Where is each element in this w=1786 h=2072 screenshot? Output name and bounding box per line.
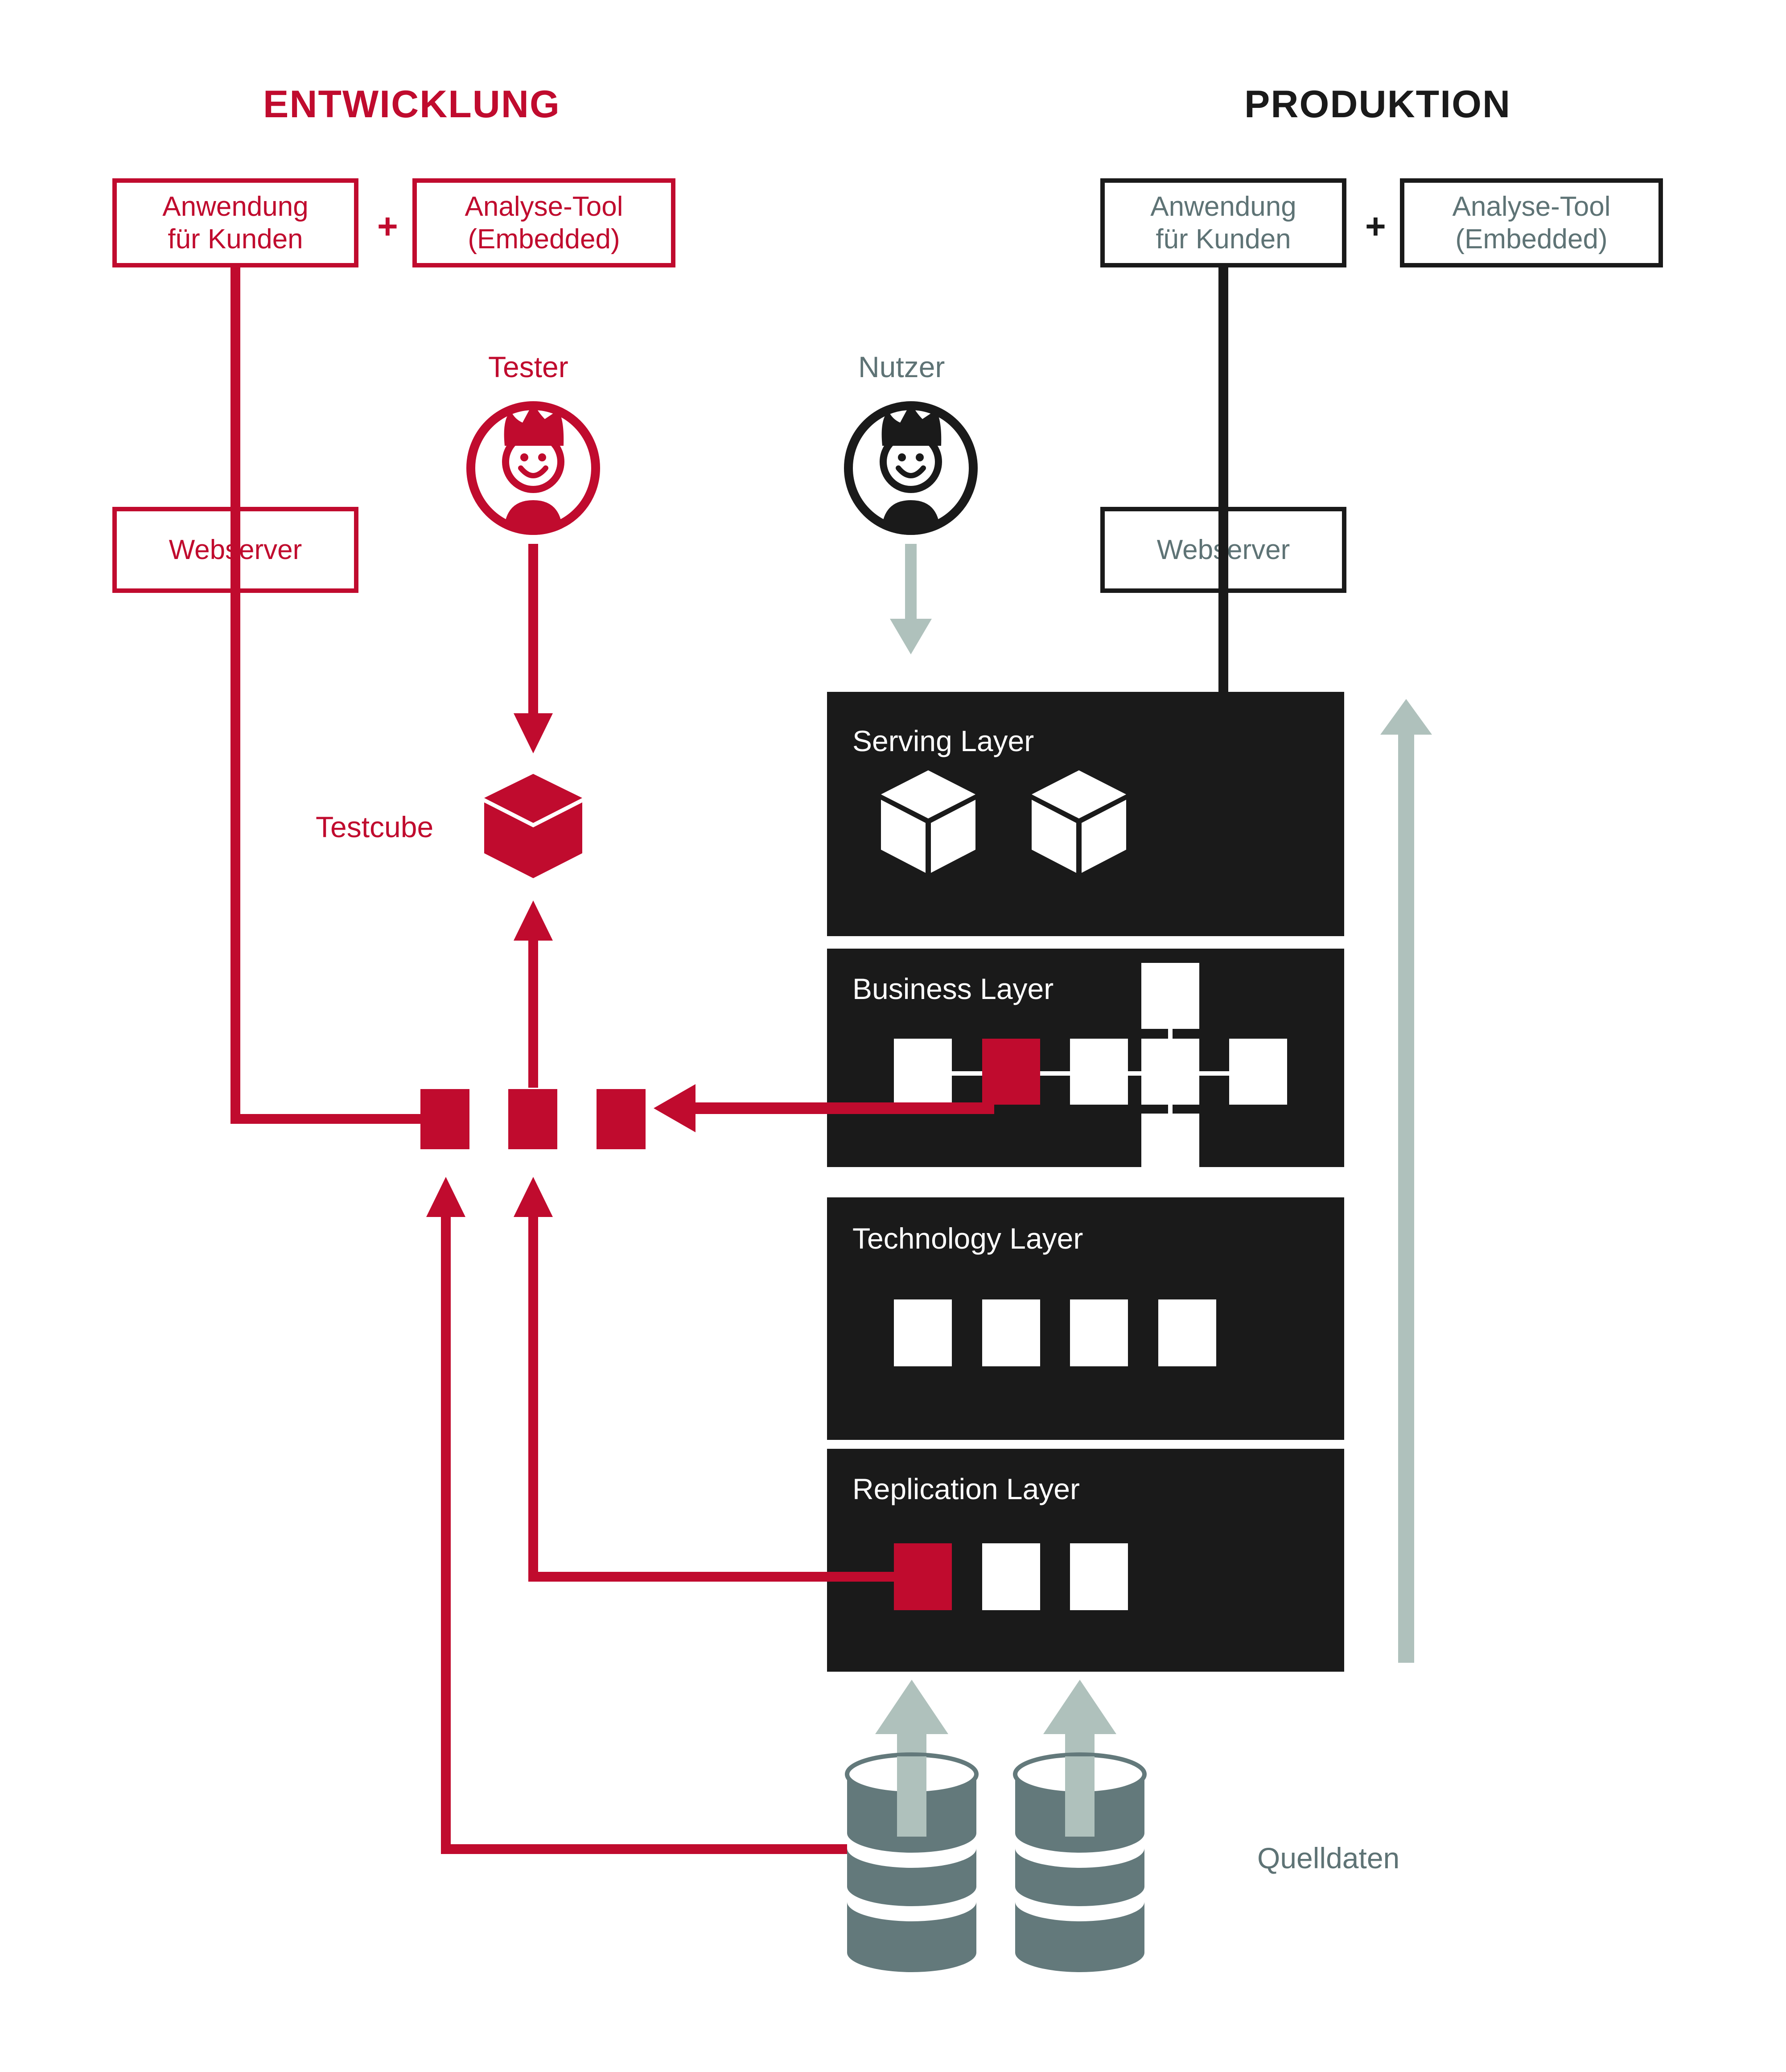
database-cylinder-2-icon: [1013, 1752, 1147, 1972]
serving-cube-2-icon: [1032, 770, 1126, 873]
nutzer-to-serving-arrow: [890, 544, 932, 654]
business-to-dev-arrow: [654, 1084, 994, 1132]
serving-cube-1-icon: [881, 770, 975, 873]
stack-flow-arrow: [1380, 699, 1432, 1663]
replication-to-dev-arrow: [514, 1177, 894, 1582]
blocks-to-testcube-arrow: [514, 900, 553, 1088]
source-to-dev-arrow: [426, 1177, 909, 1854]
nutzer-icon: [844, 401, 978, 535]
dev-connector-path: [230, 267, 423, 1124]
connector-graphics: [230, 267, 1432, 1972]
database-cylinder-1-icon: [845, 1752, 979, 1972]
tester-icon: [466, 401, 600, 535]
testcube-icon: [484, 774, 582, 878]
architecture-diagram: ENTWICKLUNG PRODUKTION Anwendung für Kun…: [0, 0, 1786, 2072]
tester-to-testcube-arrow: [514, 544, 553, 753]
